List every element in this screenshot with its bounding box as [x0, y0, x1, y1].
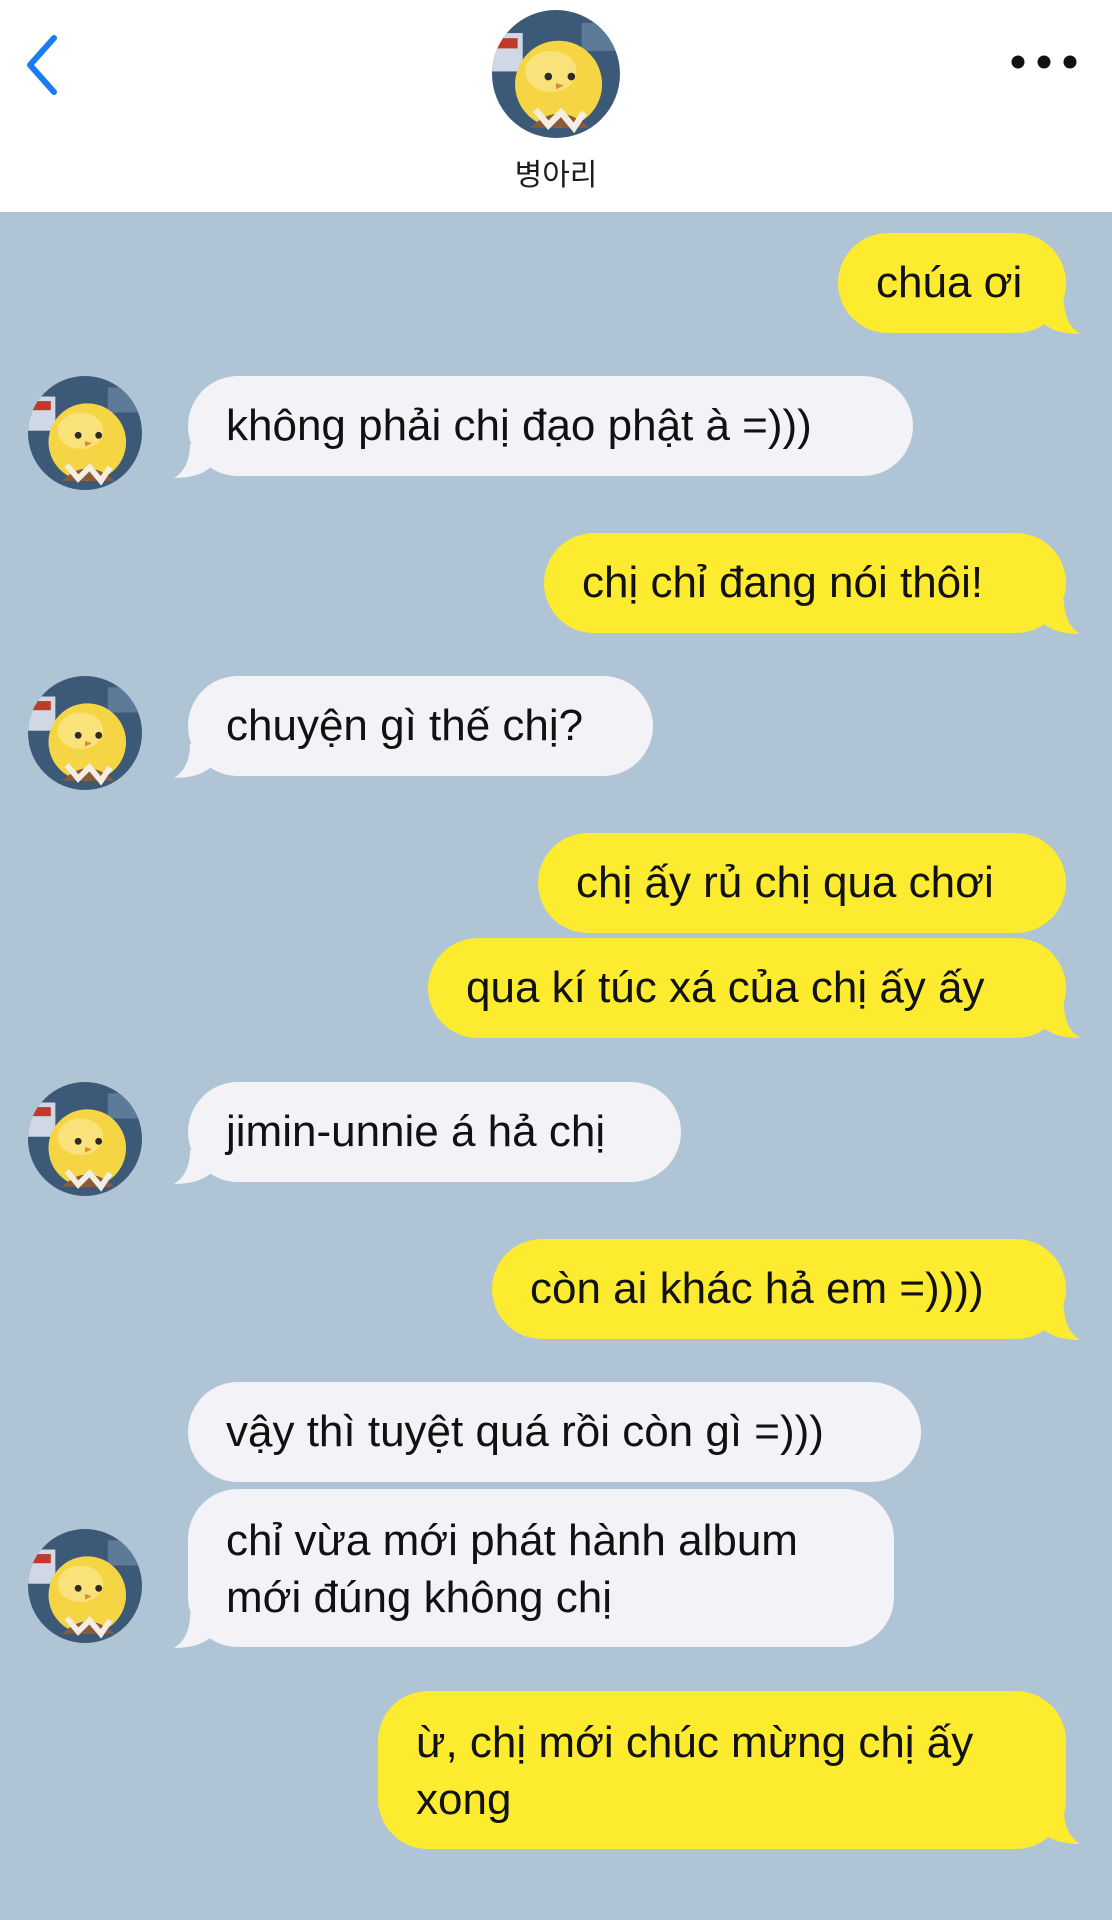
received-message[interactable]: jimin-unnie á hả chị [188, 1082, 681, 1182]
chevron-left-icon [27, 35, 57, 95]
sent-message[interactable]: chúa ơi [838, 233, 1066, 333]
sender-avatar[interactable] [28, 1082, 142, 1196]
contact-avatar[interactable] [492, 10, 620, 138]
chat-header: 병아리 [0, 0, 1112, 212]
sent-message[interactable]: ừ, chị mới chúc mừng chị ấy xong [378, 1691, 1066, 1849]
contact-name: 병아리 [514, 158, 598, 193]
sent-message[interactable]: chị ấy rủ chị qua chơi [538, 833, 1066, 933]
sent-message[interactable]: chị chỉ đang nói thôi! [544, 533, 1066, 633]
received-message[interactable]: vậy thì tuyệt quá rồi còn gì =))) [188, 1382, 921, 1482]
sender-avatar[interactable] [28, 1529, 142, 1643]
ellipsis-icon [1011, 55, 1077, 69]
sent-message[interactable]: qua kí túc xá của chị ấy ấy [428, 938, 1066, 1038]
more-options-button[interactable] [1008, 44, 1080, 80]
sender-avatar[interactable] [28, 376, 142, 490]
back-button[interactable] [18, 30, 68, 100]
sent-message[interactable]: còn ai khác hả em =)))) [492, 1239, 1066, 1339]
received-message[interactable]: chỉ vừa mới phát hành album mới đúng khô… [188, 1489, 894, 1647]
received-message[interactable]: chuyện gì thế chị? [188, 676, 653, 776]
sender-avatar[interactable] [28, 676, 142, 790]
received-message[interactable]: không phải chị đạo phật à =))) [188, 376, 913, 476]
